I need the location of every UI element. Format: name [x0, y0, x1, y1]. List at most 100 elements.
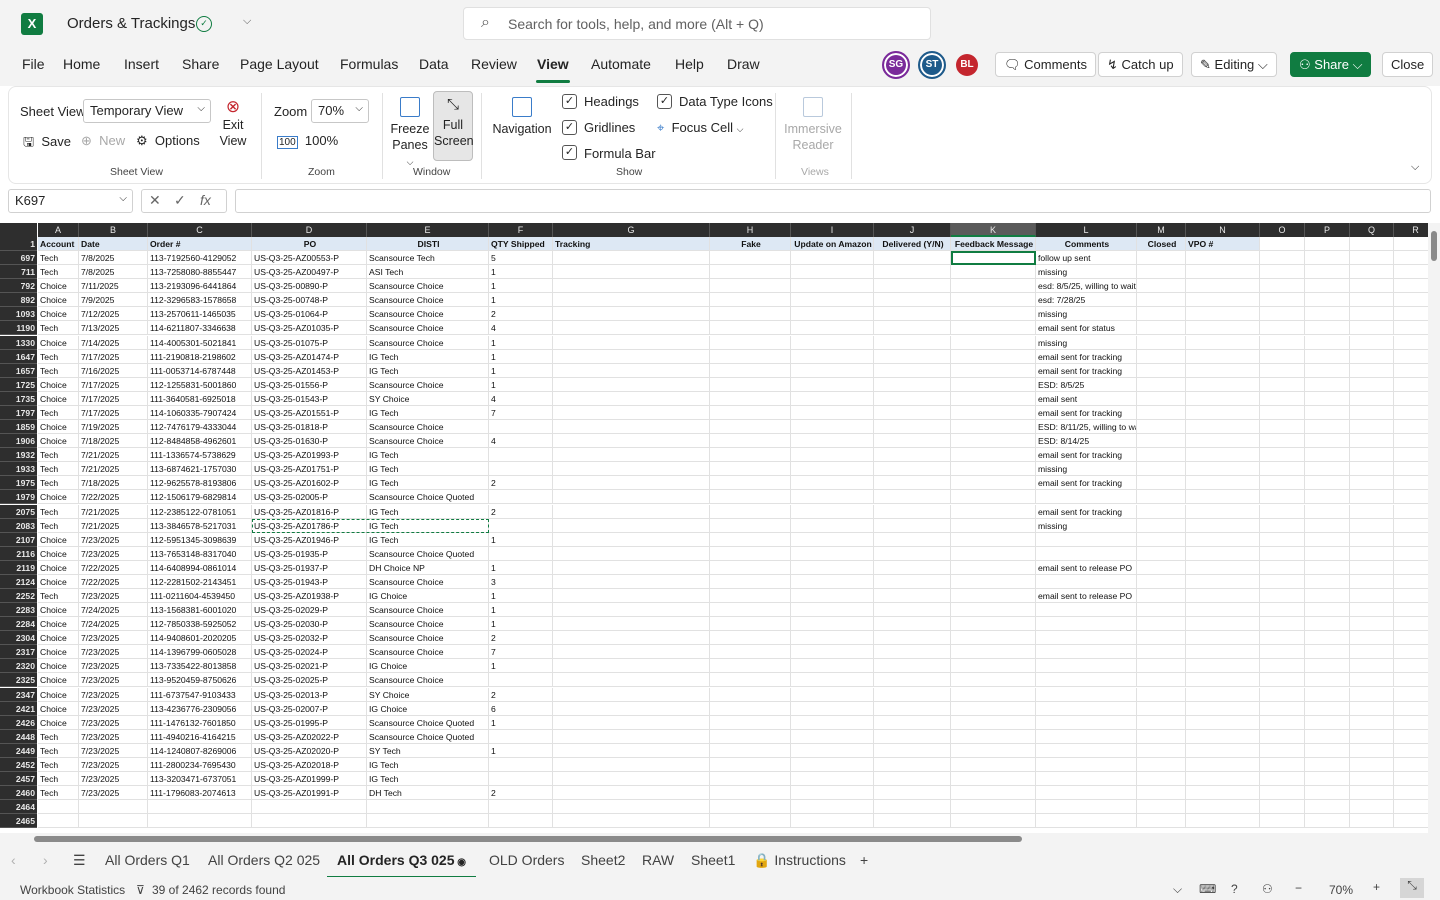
cell[interactable]	[1350, 336, 1394, 350]
focus-cell-button[interactable]: ⌖ Focus Cell ⌵	[657, 120, 743, 136]
cell[interactable]: 3	[489, 575, 553, 589]
sheet-tab-all-orders-q1[interactable]: All Orders Q1	[105, 852, 190, 868]
sheet-tab-all-orders-q2-025[interactable]: All Orders Q2 025	[208, 852, 320, 868]
headings-checkbox[interactable]: ✓	[562, 94, 577, 109]
cell[interactable]: 112-1255831-5001860	[148, 378, 252, 392]
cell[interactable]: email sent for tracking	[1036, 476, 1137, 490]
cell[interactable]	[874, 786, 951, 800]
cell[interactable]	[553, 786, 710, 800]
cell[interactable]: 113-3203471-6737051	[148, 772, 252, 786]
new-view-button[interactable]: ⊕ New	[81, 133, 125, 149]
cell[interactable]	[1305, 420, 1350, 434]
cell[interactable]	[489, 673, 553, 687]
cell[interactable]: Tech	[38, 730, 79, 744]
cell[interactable]	[1260, 547, 1305, 561]
cell[interactable]	[710, 659, 791, 673]
fit-icon[interactable]: ⤡	[1400, 878, 1424, 898]
cell[interactable]	[874, 673, 951, 687]
cell[interactable]: 7/19/2025	[79, 420, 148, 434]
cell[interactable]	[1260, 434, 1305, 448]
cell[interactable]	[1305, 673, 1350, 687]
cell[interactable]	[1137, 730, 1186, 744]
cell[interactable]: IG Tech	[367, 406, 489, 420]
cell[interactable]	[951, 307, 1036, 321]
cell[interactable]	[951, 814, 1036, 828]
cell[interactable]	[1350, 406, 1394, 420]
cell[interactable]	[1305, 307, 1350, 321]
sheet-tab-all-orders-q3-025[interactable]: All Orders Q3 025 ◉	[326, 852, 477, 879]
column-title-cell[interactable]: VPO #	[1186, 237, 1260, 251]
row-header[interactable]: 2449	[0, 744, 37, 758]
cell[interactable]	[553, 716, 710, 730]
cell[interactable]: IG Tech	[367, 448, 489, 462]
cell[interactable]	[553, 631, 710, 645]
exit-view-button[interactable]: ⊗ Exit View	[217, 98, 249, 149]
cell[interactable]	[1186, 561, 1260, 575]
cell[interactable]	[710, 716, 791, 730]
cell[interactable]	[1036, 716, 1137, 730]
cell[interactable]	[791, 490, 874, 504]
cell[interactable]	[710, 476, 791, 490]
cell[interactable]	[553, 758, 710, 772]
cell[interactable]	[1305, 617, 1350, 631]
cell[interactable]	[874, 378, 951, 392]
cell[interactable]	[874, 321, 951, 335]
cell[interactable]	[1260, 772, 1305, 786]
cell[interactable]	[1260, 505, 1305, 519]
cell[interactable]	[1036, 631, 1137, 645]
cell[interactable]	[710, 800, 791, 814]
cell[interactable]: 7/23/2025	[79, 772, 148, 786]
cell[interactable]	[1350, 617, 1394, 631]
cell[interactable]: Tech	[38, 321, 79, 335]
cell[interactable]	[791, 251, 874, 265]
cell[interactable]	[1186, 547, 1260, 561]
cell[interactable]	[874, 476, 951, 490]
cell[interactable]: Tech	[38, 772, 79, 786]
cell[interactable]: 7/23/2025	[79, 758, 148, 772]
horizontal-scrollbar[interactable]	[0, 833, 1440, 845]
cell[interactable]	[1137, 814, 1186, 828]
cell[interactable]	[1186, 519, 1260, 533]
cell[interactable]	[791, 350, 874, 364]
cell[interactable]: US-Q3-25-01064-P	[252, 307, 367, 321]
cancel-icon[interactable]: ✕	[149, 192, 161, 209]
cell[interactable]	[1350, 645, 1394, 659]
cell[interactable]: SY Choice	[367, 688, 489, 702]
cell[interactable]: 112-8484858-4962601	[148, 434, 252, 448]
cell[interactable]	[874, 293, 951, 307]
select-all-corner[interactable]	[0, 223, 37, 237]
cell[interactable]	[874, 307, 951, 321]
cell[interactable]: DH Choice NP	[367, 561, 489, 575]
all-sheets-menu-icon[interactable]: ☰	[73, 852, 86, 869]
cell[interactable]	[489, 772, 553, 786]
cell[interactable]: 1	[489, 378, 553, 392]
cell[interactable]: 7/23/2025	[79, 702, 148, 716]
cell[interactable]	[553, 336, 710, 350]
cell[interactable]	[710, 561, 791, 575]
cell[interactable]: US-Q3-25-AZ01991-P	[252, 786, 367, 800]
cell[interactable]: ASI Tech	[367, 265, 489, 279]
cell[interactable]: Choice	[38, 293, 79, 307]
cell[interactable]	[710, 336, 791, 350]
cell[interactable]: 113-3846578-5217031	[148, 519, 252, 533]
cell[interactable]	[1260, 716, 1305, 730]
cell[interactable]	[1137, 251, 1186, 265]
cell[interactable]	[791, 702, 874, 716]
cell[interactable]: Choice	[38, 392, 79, 406]
cell[interactable]: US-Q3-25-00748-P	[252, 293, 367, 307]
cell[interactable]: Scansource Choice	[367, 575, 489, 589]
cell[interactable]	[710, 603, 791, 617]
cell[interactable]: Tech	[38, 406, 79, 420]
cell[interactable]: 113-7258080-8855447	[148, 265, 252, 279]
cell[interactable]: 2	[489, 786, 553, 800]
cell[interactable]: US-Q3-25-AZ01035-P	[252, 321, 367, 335]
row-header[interactable]: 2116	[0, 547, 37, 561]
cell[interactable]: esd: 7/28/25	[1036, 293, 1137, 307]
freeze-panes-button[interactable]: Freeze Panes ⌵	[389, 97, 431, 170]
cell[interactable]	[1186, 476, 1260, 490]
cell[interactable]	[1186, 645, 1260, 659]
cell[interactable]: Choice	[38, 631, 79, 645]
row-header[interactable]: 2304	[0, 631, 37, 645]
sheet-tab-instructions[interactable]: 🔒 Instructions	[753, 852, 846, 869]
cell[interactable]	[1305, 688, 1350, 702]
